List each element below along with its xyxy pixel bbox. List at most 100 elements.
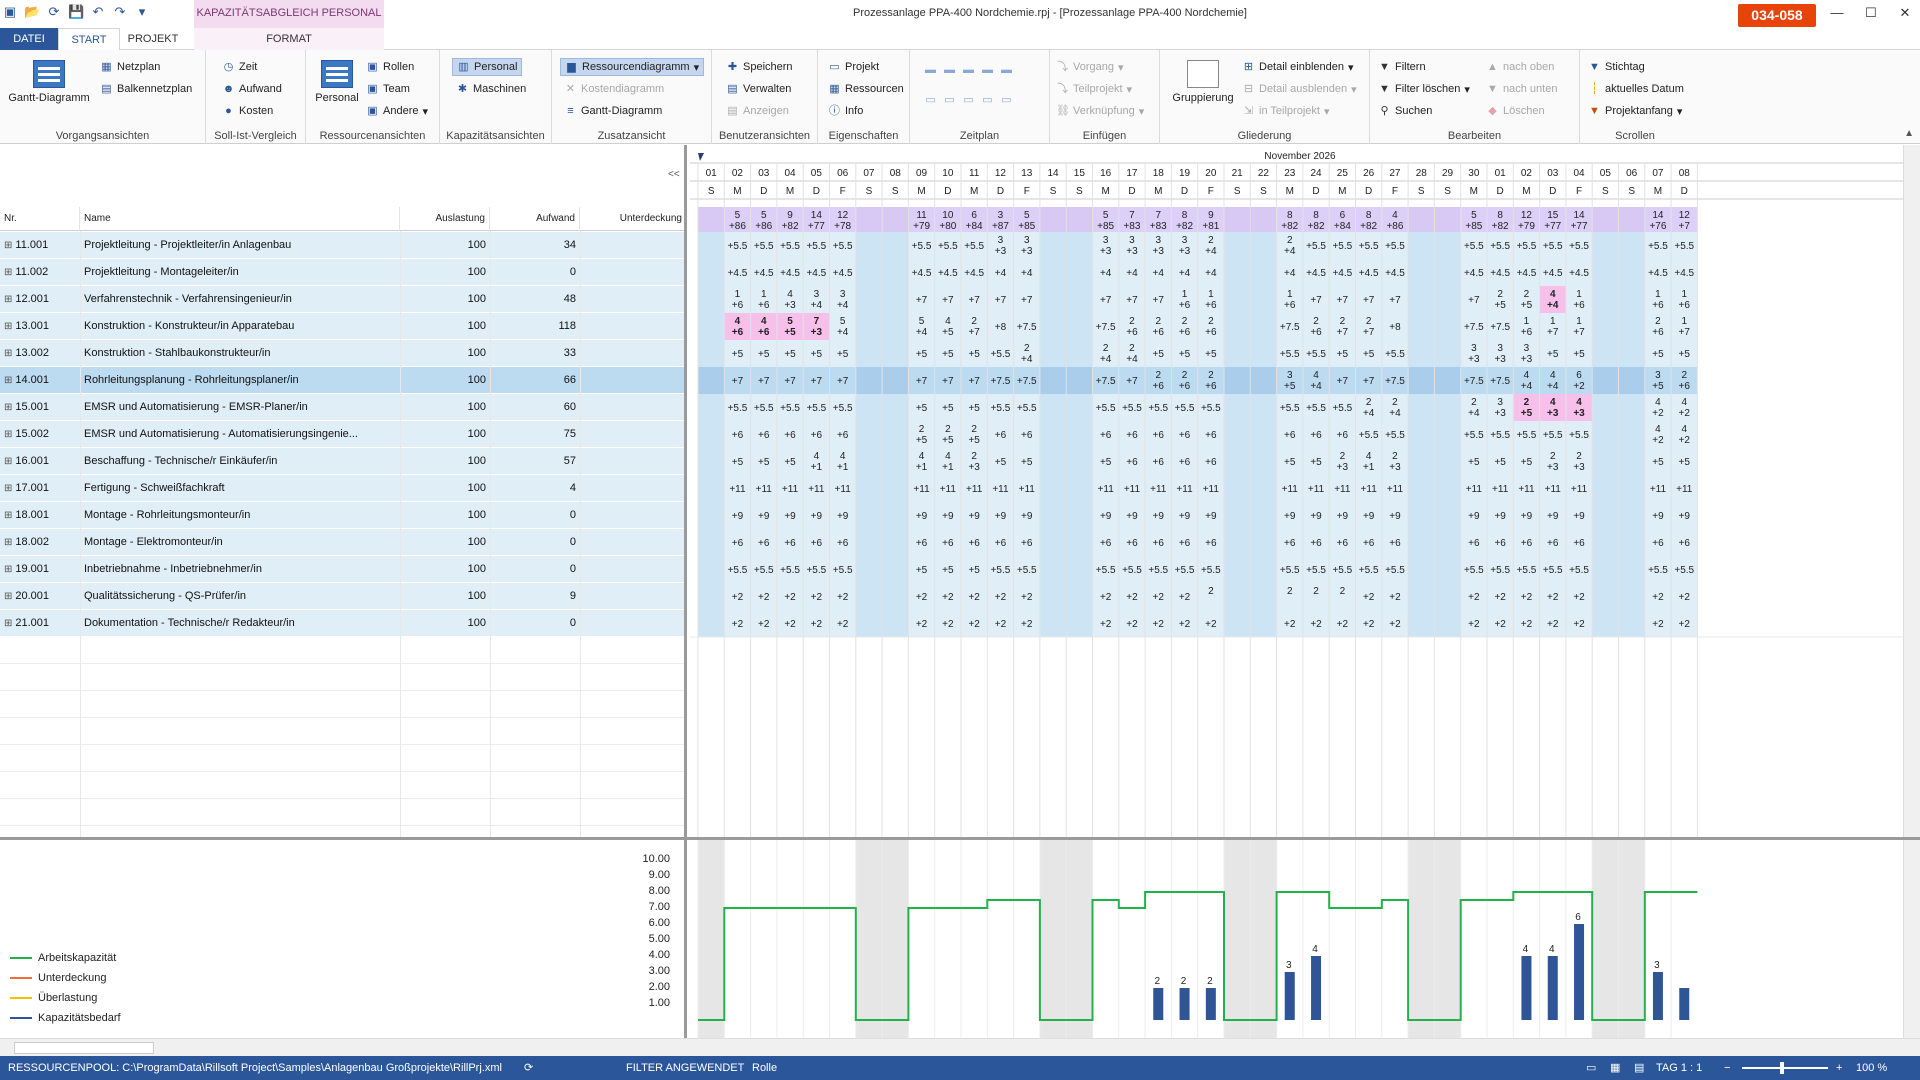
- header-name[interactable]: Name: [80, 207, 400, 231]
- zoom-in-icon[interactable]: +: [1836, 1056, 1842, 1080]
- nach-oben-button[interactable]: ▲ nach oben: [1486, 58, 1554, 76]
- kosten-button[interactable]: ● Kosten: [222, 102, 273, 120]
- table-row[interactable]: 18.002 Montage - Elektromonteur/in 100 0: [0, 529, 684, 556]
- detail-ausblenden-button[interactable]: ⊟ Detail ausblenden ▾: [1242, 80, 1357, 98]
- table-row[interactable]: 17.001 Fertigung - Schweißfachkraft 100 4: [0, 475, 684, 502]
- gantt-view-button[interactable]: Gantt-Diagramm: [6, 60, 92, 104]
- maximize-icon[interactable]: ☐: [1854, 2, 1888, 24]
- table-row[interactable]: 15.002 EMSR und Automatisierung - Automat…: [0, 421, 684, 448]
- redo-icon[interactable]: ↷: [112, 4, 128, 20]
- minimize-icon[interactable]: —: [1820, 2, 1854, 24]
- zoom-25-icon[interactable]: ▬: [943, 64, 956, 77]
- open-icon[interactable]: 📂: [24, 4, 40, 20]
- table-row[interactable]: 20.001 Qualitätssicherung - QS-Prüfer/in 1…: [0, 583, 684, 610]
- save-icon[interactable]: 💾: [68, 4, 84, 20]
- zoom-slider-thumb[interactable]: [1780, 1062, 1784, 1074]
- undo-icon[interactable]: ↶: [90, 4, 106, 20]
- zoom-out-icon[interactable]: −: [1724, 1056, 1730, 1080]
- balkennetzplan-button[interactable]: ▤ Balkennetzplan: [100, 80, 192, 98]
- zeit-button[interactable]: ◷ Zeit: [222, 58, 258, 76]
- app-icon[interactable]: ▣: [2, 4, 18, 20]
- table-row[interactable]: 12.001 Verfahrenstechnik - Verfahrensinge…: [0, 286, 684, 313]
- table-row[interactable]: 14.001 Rohrleitungsplanung - Rohrleitungs…: [0, 367, 684, 394]
- table-row[interactable]: 21.001 Dokumentation - Technische/r Redak…: [0, 610, 684, 637]
- info-button[interactable]: ⓘ Info: [828, 102, 863, 120]
- verknuepfung-button[interactable]: ⛓ Verknüpfung ▾: [1056, 102, 1144, 120]
- andere-button[interactable]: ▣ Andere ▾: [366, 102, 428, 120]
- table-row[interactable]: 13.002 Konstruktion - Stahlbaukonstrukteu…: [0, 340, 684, 367]
- vorgang-insert-button[interactable]: ⤵ Vorgang ▾: [1056, 58, 1124, 76]
- nach-unten-button[interactable]: ▼ nach unten: [1486, 80, 1557, 98]
- schedule-e-icon[interactable]: ▭: [1000, 94, 1013, 107]
- group-scrollen: ▼ Stichtag ┆ aktuelles Datum ▼ Projektanfan…: [1580, 50, 1690, 144]
- view-normal-icon[interactable]: ▭: [1586, 1056, 1596, 1080]
- table-row[interactable]: 11.001 Projektleitung - Projektleiter/in …: [0, 232, 684, 259]
- schedule-d-icon[interactable]: ▭: [981, 94, 994, 107]
- horizontal-scrollbar[interactable]: [0, 1038, 1920, 1056]
- view-grid-icon[interactable]: ▦: [1610, 1056, 1620, 1080]
- cell-free: +2: [1179, 592, 1191, 603]
- capacity-grid[interactable]: November 2026 01 S 02 M 5 +86 03 D 5 +86 04 M 9 +82 05 D…: [690, 145, 1903, 837]
- filter-loeschen-button[interactable]: ▼ Filter löschen ▾: [1378, 80, 1470, 98]
- projektanfang-button[interactable]: ▼ Projektanfang ▾: [1588, 102, 1682, 120]
- customize-icon[interactable]: ▾: [134, 4, 150, 20]
- collapse-table-button[interactable]: <<: [668, 169, 680, 180]
- verwalten-button[interactable]: ▤ Verwalten: [726, 80, 791, 98]
- zoom-slider[interactable]: [1742, 1067, 1828, 1069]
- netzplan-button[interactable]: ▦ Netzplan: [100, 58, 160, 76]
- stichtag-button[interactable]: ▼ Stichtag: [1588, 58, 1645, 76]
- speichern-button[interactable]: ✚ Speichern: [726, 58, 793, 76]
- header-unterdeckung[interactable]: Unterdeckung: [580, 207, 684, 231]
- schedule-c-icon[interactable]: ▭: [962, 94, 975, 107]
- maschinen-button[interactable]: ✱ Maschinen: [456, 80, 526, 98]
- tab-projekt[interactable]: PROJEKT: [122, 28, 184, 50]
- ressourcen-prop-button[interactable]: ▦ Ressourcen: [828, 80, 903, 98]
- ressourcendiagramm-button[interactable]: ▆ Ressourcendiagramm ▾: [560, 58, 705, 76]
- ribbon-collapse-icon[interactable]: ▲: [1904, 128, 1914, 139]
- tab-start[interactable]: START: [58, 28, 120, 51]
- teilprojekt-insert-button[interactable]: ⤵ Teilprojekt ▾: [1056, 80, 1132, 98]
- table-row[interactable]: 18.001 Montage - Rohrleitungsmonteur/in 10…: [0, 502, 684, 529]
- detail-einblenden-button[interactable]: ⊞ Detail einblenden ▾: [1242, 58, 1354, 76]
- sync-icon[interactable]: ⟳: [524, 1056, 533, 1080]
- table-row[interactable]: 19.001 Inbetriebnahme - Inbetriebnehmer/i…: [0, 556, 684, 583]
- zoom-50-icon[interactable]: ▬: [962, 64, 975, 77]
- suchen-button[interactable]: ⚲ Suchen: [1378, 102, 1432, 120]
- header-nr[interactable]: Nr.: [0, 207, 80, 231]
- header-aufwand[interactable]: Aufwand: [490, 207, 580, 231]
- gruppierung-button[interactable]: Gruppierung: [1166, 60, 1240, 104]
- in-teilprojekt-button[interactable]: ⇲ in Teilprojekt ▾: [1242, 102, 1330, 120]
- grid-cell: [1250, 259, 1277, 286]
- cell-free: +6: [1468, 538, 1480, 549]
- kostendiagramm-button[interactable]: ✕ Kostendiagramm: [564, 80, 664, 98]
- tab-format[interactable]: FORMAT: [194, 28, 384, 50]
- header-auslastung[interactable]: Auslastung: [400, 207, 490, 231]
- team-button[interactable]: ▣ Team: [366, 80, 410, 98]
- filtern-button[interactable]: ▼ Filtern: [1378, 58, 1426, 76]
- aktuelles-datum-button[interactable]: ┆ aktuelles Datum: [1588, 80, 1684, 98]
- zoom-75-icon[interactable]: ▬: [981, 64, 994, 77]
- tab-datei[interactable]: DATEI: [0, 28, 58, 50]
- projekt-prop-button[interactable]: ▭ Projekt: [828, 58, 879, 76]
- zusatz-gantt-button[interactable]: ≡ Gantt-Diagramm: [564, 102, 662, 120]
- table-row[interactable]: 16.001 Beschaffung - Technische/r Einkäuf…: [0, 448, 684, 475]
- refresh-icon[interactable]: ⟳: [46, 4, 62, 20]
- zoom-0-icon[interactable]: ▬: [924, 64, 937, 77]
- close-icon[interactable]: ✕: [1888, 2, 1920, 24]
- chart-vertical-scrollbar[interactable]: [1903, 840, 1920, 1038]
- schedule-a-icon[interactable]: ▭: [924, 94, 937, 107]
- loeschen-button[interactable]: ◆ Löschen: [1486, 102, 1544, 120]
- scroll-thumb[interactable]: [14, 1042, 154, 1054]
- aufwand-button[interactable]: ☻ Aufwand: [222, 80, 282, 98]
- schedule-b-icon[interactable]: ▭: [943, 94, 956, 107]
- table-row[interactable]: 15.001 EMSR und Automatisierung - EMSR-Pl…: [0, 394, 684, 421]
- table-row[interactable]: 13.001 Konstruktion - Konstrukteur/in App…: [0, 313, 684, 340]
- zoom-100-icon[interactable]: ▬: [1000, 64, 1013, 77]
- table-row[interactable]: 11.002 Projektleitung - Montageleiter/in 1…: [0, 259, 684, 286]
- vertical-scrollbar[interactable]: [1903, 145, 1920, 837]
- rollen-button[interactable]: ▣ Rollen: [366, 58, 414, 76]
- personal-view-button[interactable]: Personal: [312, 60, 362, 104]
- anzeigen-button[interactable]: ▤ Anzeigen: [726, 102, 789, 120]
- view-chart-icon[interactable]: ▤: [1634, 1056, 1644, 1080]
- kap-personal-button[interactable]: ▥ Personal: [452, 58, 523, 76]
